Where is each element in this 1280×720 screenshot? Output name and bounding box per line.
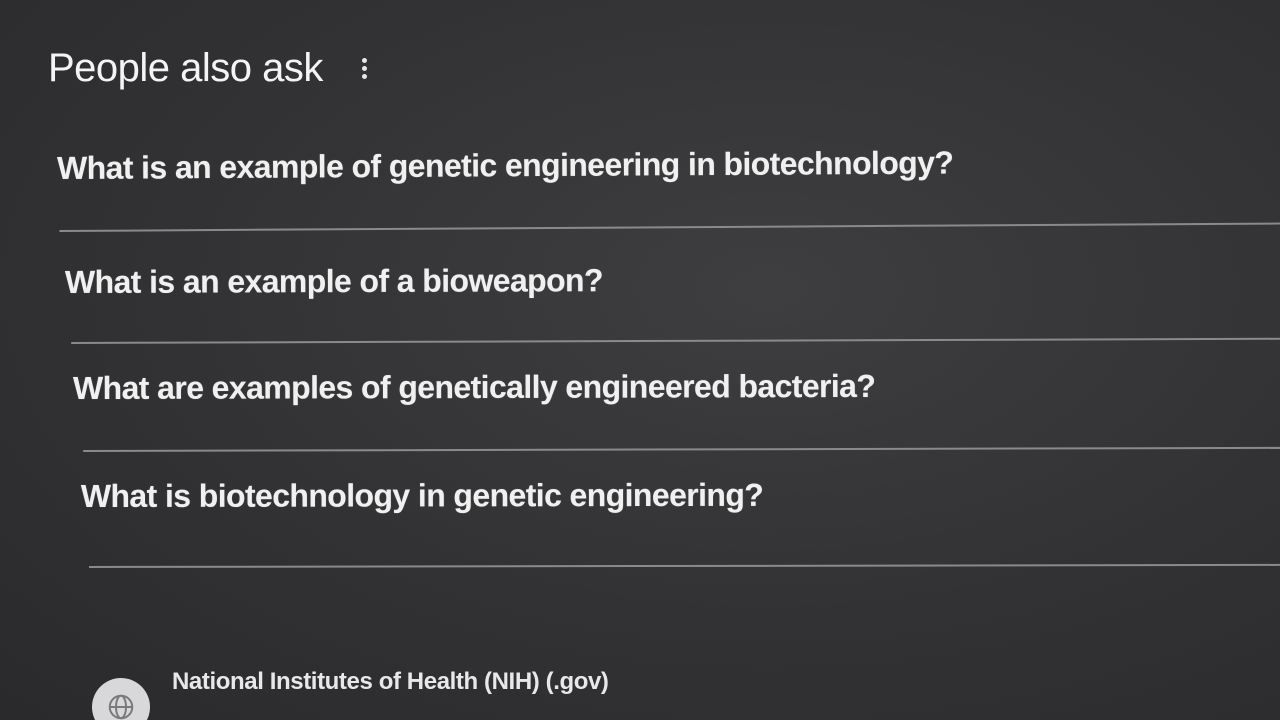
search-result[interactable]: National Institutes of Health (NIH) (.go…	[92, 668, 609, 720]
result-text: National Institutes of Health (NIH) (.go…	[172, 668, 609, 696]
question-list: What is an example of genetic engineerin…	[0, 0, 1280, 600]
question-text: What is biotechnology in genetic enginee…	[80, 476, 764, 515]
globe-icon	[92, 678, 150, 720]
source-name[interactable]: National Institutes of Health (NIH) (.go…	[172, 668, 609, 696]
question-item[interactable]: What is biotechnology in genetic enginee…	[81, 0, 1280, 568]
